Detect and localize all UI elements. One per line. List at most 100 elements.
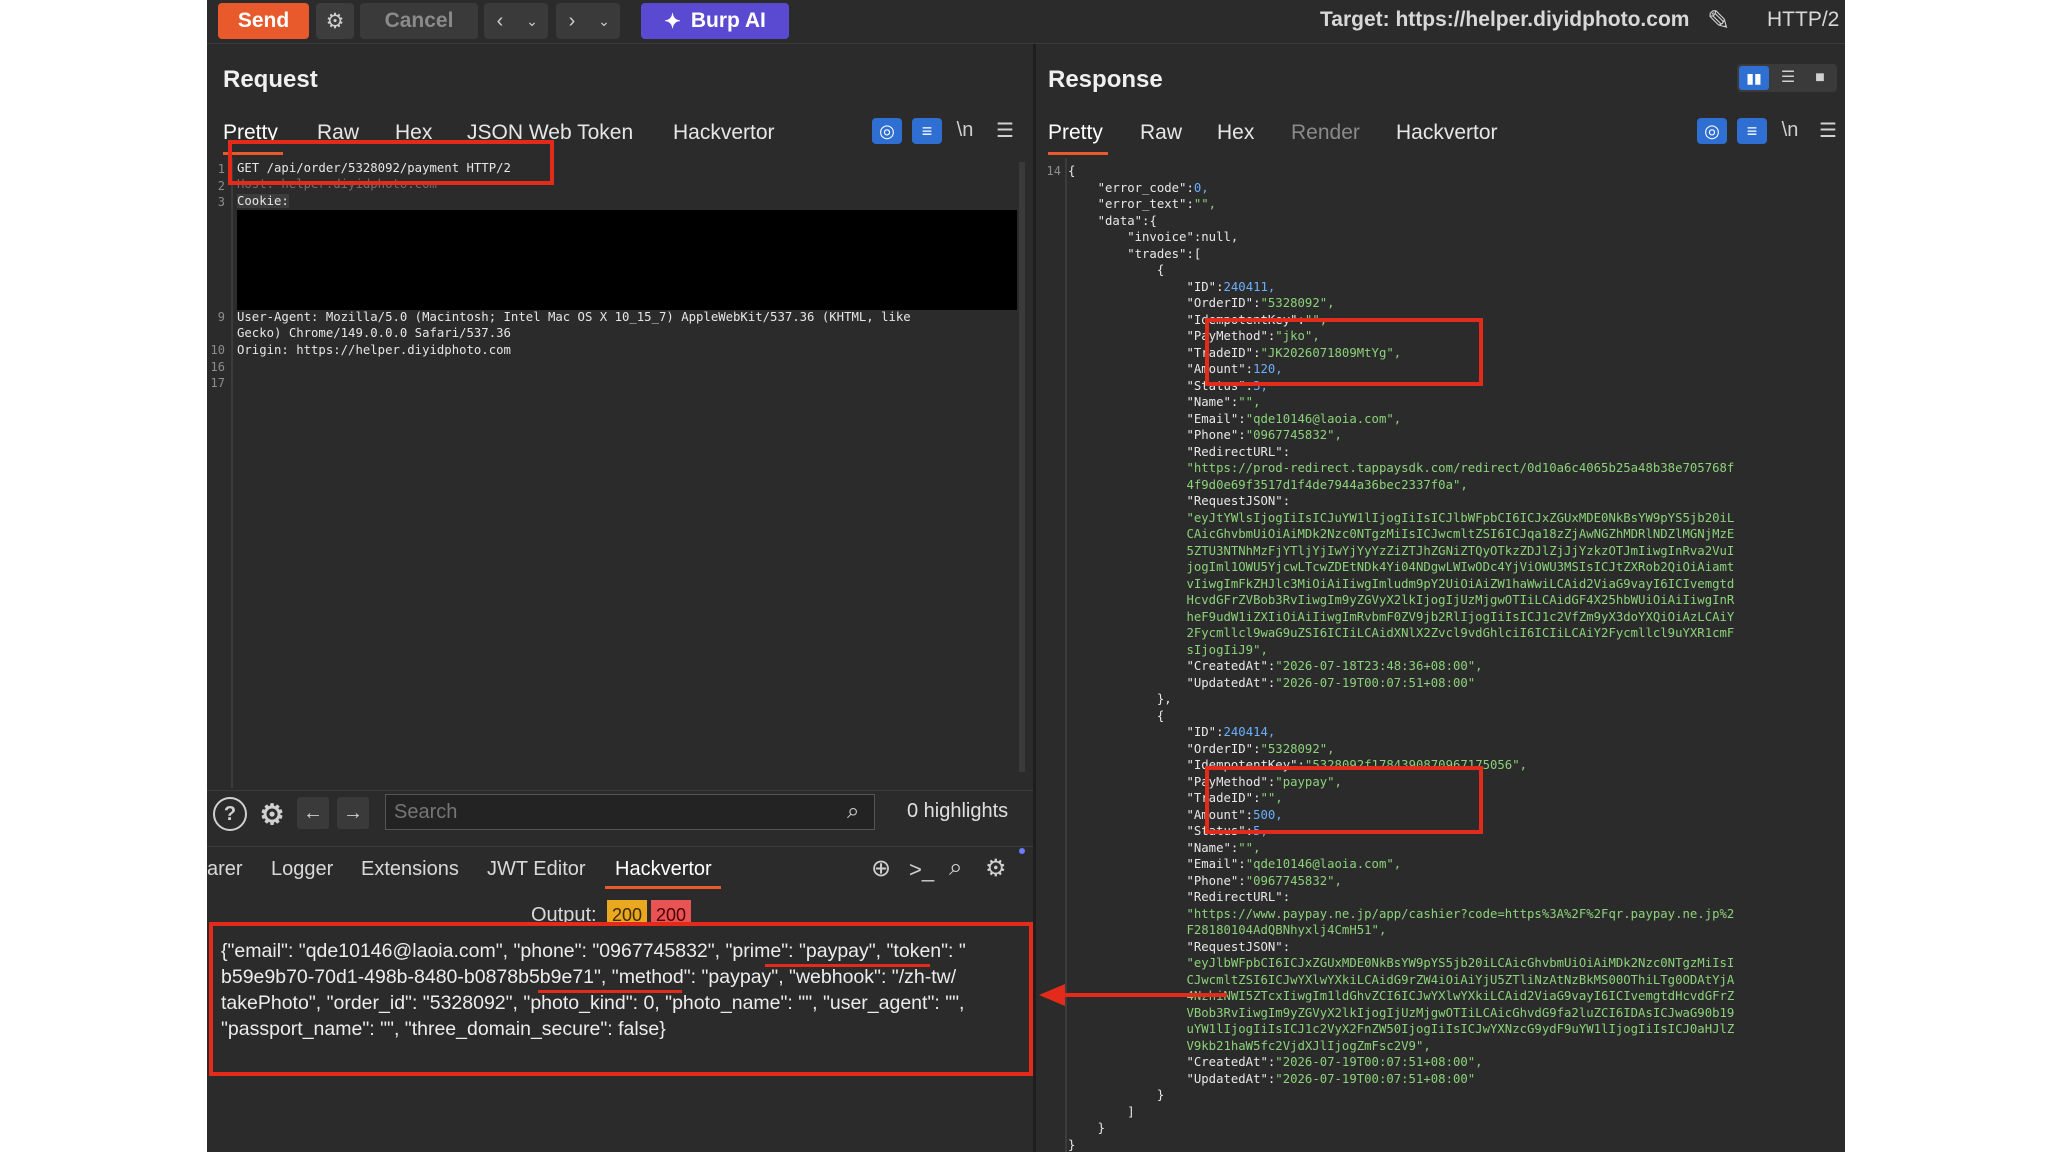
newline-toggle[interactable]: \n [950, 117, 980, 143]
json-line: "PayMethod":"jko", [1068, 329, 1320, 343]
json-line: "Phone":"0967745832", [1068, 873, 1342, 888]
search-input[interactable] [385, 794, 875, 830]
json-line: "error_text":"", [1068, 197, 1217, 211]
json-line: "Phone":"0967745832", [1068, 428, 1342, 442]
tab-logger[interactable]: Logger [271, 858, 333, 881]
json-line: "data":{ [1068, 213, 1157, 228]
line-number: 16 [210, 359, 225, 374]
line-number: 2 [217, 178, 225, 193]
hide-eye-icon[interactable]: ◎ [872, 118, 902, 144]
response-line-number: 14 [1046, 164, 1061, 178]
settings-gear-icon[interactable]: ⚙ [985, 854, 1007, 883]
response-tab-hex[interactable]: Hex [1217, 121, 1254, 145]
response-tab-hackvertor[interactable]: Hackvertor [1396, 121, 1498, 145]
active-tab-underline [223, 152, 283, 155]
menu-icon[interactable]: ☰ [990, 117, 1020, 143]
line-number [207, 326, 225, 343]
json-line: "Amount":500, [1068, 807, 1283, 822]
edit-target-icon[interactable]: ✎ [1707, 4, 1730, 37]
tab-jwt-editor[interactable]: JWT Editor [487, 858, 586, 881]
request-tab-hackvertor[interactable]: Hackvertor [673, 121, 775, 145]
chevron-down-icon[interactable]: ⌄ [588, 13, 620, 30]
response-title: Response [1048, 66, 1163, 93]
burp-ai-button[interactable]: ✦ Burp AI [641, 3, 789, 39]
help-icon[interactable]: ? [213, 797, 247, 831]
json-line: } [1068, 1088, 1165, 1102]
terminal-icon[interactable]: >_ [909, 857, 934, 883]
output-box[interactable]: {"email": "qde10146@laoia.com", "phone":… [209, 922, 1033, 1076]
protocol-label[interactable]: HTTP/2 [1767, 8, 1839, 32]
json-line: { [1068, 164, 1076, 178]
request-tab-hex[interactable]: Hex [395, 121, 432, 145]
underline-prime [765, 964, 930, 967]
request-line-origin[interactable]: Origin: https://helper.diyidphoto.com [237, 343, 511, 357]
hide-eye-icon[interactable]: ◎ [1697, 118, 1727, 144]
chevron-left-icon[interactable]: ‹ [484, 10, 516, 33]
json-line: "ID":240414, [1068, 725, 1276, 739]
cancel-button[interactable]: Cancel [360, 3, 478, 39]
json-line: "RequestJSON": [1068, 494, 1291, 508]
json-line: sIjogIiJ9", [1068, 642, 1268, 657]
json-line: "invoice":null, [1068, 230, 1239, 244]
split-vertical-icon[interactable]: ☰ [1773, 66, 1803, 90]
request-tab-jwt[interactable]: JSON Web Token [467, 121, 633, 145]
output-line: "passport_name": "", "three_domain_secur… [221, 1018, 666, 1040]
json-line: "UpdatedAt":"2026-07-19T00:07:51+08:00" [1068, 1071, 1476, 1086]
layout-toggle-group: ▮▮ ☰ ■ [1737, 64, 1837, 92]
json-line: "TradeID":"JK2026071809MtYg", [1068, 345, 1402, 360]
json-line: }, [1068, 692, 1172, 706]
request-line-user-agent-2[interactable]: Gecko) Chrome/149.0.0.0 Safari/537.36 [237, 326, 511, 340]
redacted-cookie-block [237, 210, 1017, 310]
send-button[interactable]: Send [218, 3, 309, 39]
json-line: CAicGhvbmUiOiAiMDk2Nzc0NTgzMiIsICJwcmltZ… [1068, 527, 1735, 541]
search-settings-gear-icon[interactable]: ⚙ [255, 797, 289, 831]
request-scrollbar[interactable] [1019, 162, 1025, 772]
json-line: "https://prod-redirect.tappaysdk.com/red… [1068, 461, 1735, 475]
response-tab-pretty[interactable]: Pretty [1048, 121, 1103, 145]
json-line: "Status":3, [1068, 378, 1268, 393]
hackvertor-tab-underline [605, 886, 721, 889]
chevron-down-icon[interactable]: ⌄ [516, 13, 548, 30]
json-line: "OrderID":"5328092", [1068, 741, 1335, 756]
response-tab-render[interactable]: Render [1291, 121, 1360, 145]
tab-hackvertor[interactable]: Hackvertor [615, 858, 712, 881]
request-tab-raw[interactable]: Raw [317, 121, 359, 145]
json-line: "RequestJSON": [1068, 939, 1291, 954]
tab-comparer[interactable]: arer [207, 858, 243, 881]
globe-icon[interactable]: ⊕ [871, 854, 891, 883]
panel-divider[interactable] [1033, 44, 1036, 1152]
request-line-cookie[interactable]: Cookie: [237, 194, 289, 208]
json-line: heF9udW1iZXIiOiAiIiwgImRvbmF0ZV9jb2RlIjo… [1068, 609, 1735, 624]
wrap-lines-icon[interactable]: ≡ [1737, 118, 1767, 144]
newline-toggle[interactable]: \n [1775, 117, 1805, 143]
gear-icon[interactable]: ⚙ [316, 3, 354, 39]
tab-extensions[interactable]: Extensions [361, 858, 459, 881]
toolbar: Send ⚙ Cancel ‹ ⌄ › ⌄ ✦ Burp AI Target: htt… [207, 0, 1845, 44]
single-panel-icon[interactable]: ■ [1805, 66, 1835, 90]
arrow-left-icon[interactable]: ← [297, 797, 329, 829]
menu-icon[interactable]: ☰ [1813, 117, 1843, 143]
history-back-group[interactable]: ‹ ⌄ [484, 3, 548, 39]
annotation-arrow [1039, 984, 1227, 1006]
request-line-user-agent-1[interactable]: User-Agent: Mozilla/5.0 (Macintosh; Inte… [237, 310, 911, 324]
search-icon[interactable]: ⌕ [949, 854, 962, 882]
response-tab-raw[interactable]: Raw [1140, 121, 1182, 145]
request-tab-pretty[interactable]: Pretty [223, 121, 278, 145]
request-line-numbers-2: 9 10 16 17 [207, 309, 225, 392]
json-line: "OrderID":"5328092", [1068, 296, 1335, 310]
search-icon[interactable]: ⌕ [847, 798, 859, 824]
history-forward-group[interactable]: › ⌄ [556, 3, 620, 39]
wrap-lines-icon[interactable]: ≡ [912, 118, 942, 144]
json-line: "TradeID":"", [1068, 791, 1283, 805]
arrow-right-icon[interactable]: → [337, 797, 369, 829]
json-line: HcvdGFrZVBob3RvIiwgIm9yZGVyX2lkIjogIjUzM… [1068, 593, 1735, 607]
json-line: "error_code":0, [1068, 180, 1209, 195]
json-line: "https://www.paypay.ne.jp/app/cashier?co… [1068, 906, 1735, 921]
output-line: takePhoto", "order_id": "5328092", "phot… [221, 992, 965, 1014]
split-horizontal-icon[interactable]: ▮▮ [1739, 66, 1769, 90]
json-line: jogIml1OWU5YjcwLTcwZDEtNDk4Yi04NDgwLWIwO… [1068, 560, 1735, 574]
chevron-right-icon[interactable]: › [556, 10, 588, 33]
request-line-host[interactable]: Host: helper.diyidphoto.com [237, 177, 437, 191]
request-line-1[interactable]: GET /api/order/5328092/payment HTTP/2 [237, 161, 511, 175]
active-tab-underline [1048, 152, 1108, 155]
